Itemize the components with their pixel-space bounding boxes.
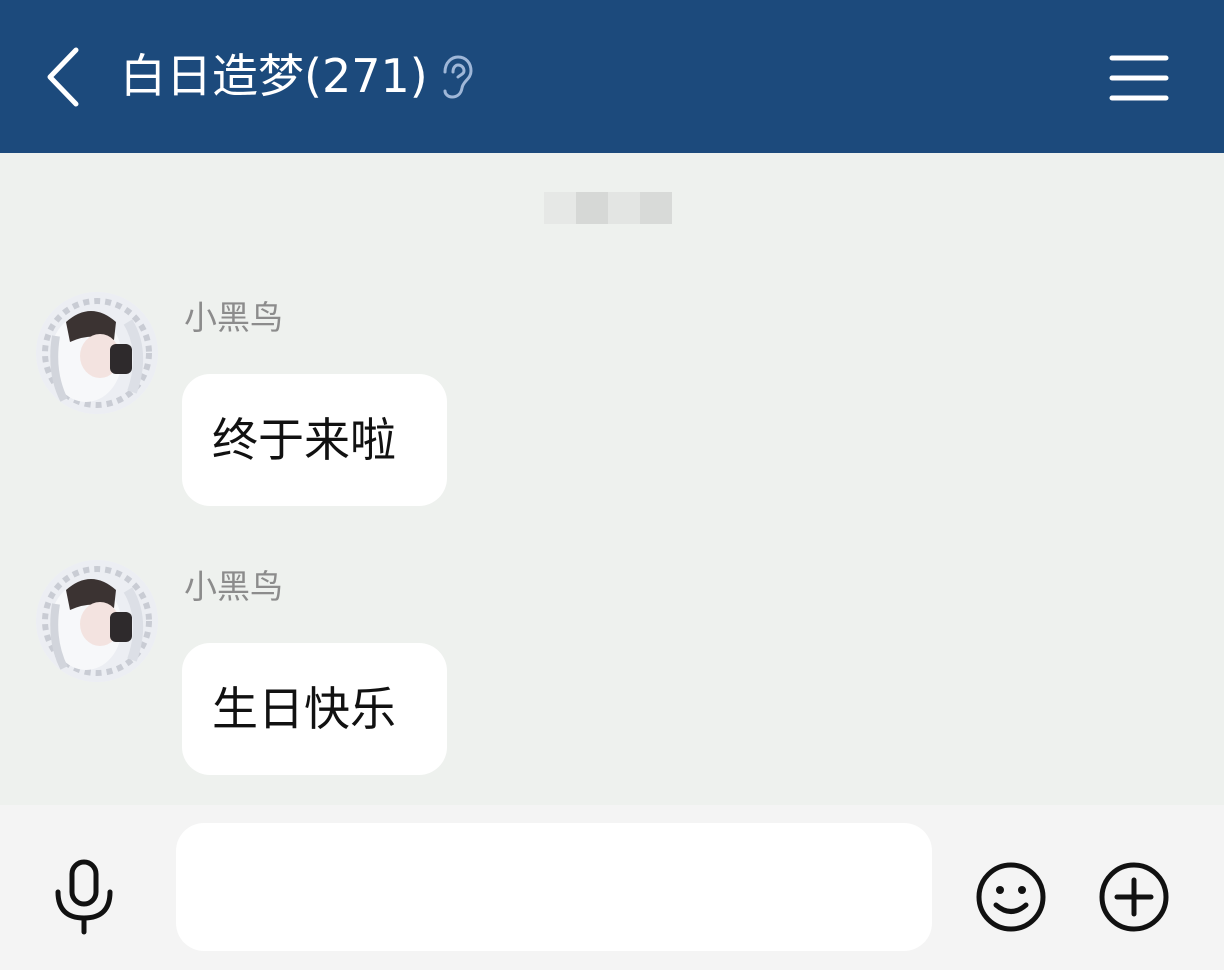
sender-name: 小黑鸟 xyxy=(184,298,283,337)
chat-header: 白日造梦(271) xyxy=(0,0,1224,153)
voice-input-button[interactable] xyxy=(50,858,118,936)
message-text: 生日快乐 xyxy=(212,682,396,736)
listen-mode-button[interactable] xyxy=(436,54,476,100)
message-bubble[interactable]: 生日快乐 xyxy=(182,643,447,775)
avatar[interactable] xyxy=(36,292,158,414)
message-text: 终于来啦 xyxy=(212,413,396,467)
message-bubble[interactable]: 终于来啦 xyxy=(182,374,447,506)
microphone-icon xyxy=(55,859,113,935)
avatar-image xyxy=(36,292,158,414)
avatar[interactable] xyxy=(36,560,158,682)
back-button[interactable] xyxy=(40,42,92,112)
chat-title: 白日造梦(271) xyxy=(120,49,428,103)
plus-circle-icon xyxy=(1099,862,1169,932)
ear-icon xyxy=(443,55,473,99)
hamburger-menu-icon xyxy=(1109,55,1169,101)
chevron-left-icon xyxy=(47,47,79,107)
avatar-image xyxy=(36,560,158,682)
emoji-button[interactable] xyxy=(974,860,1048,934)
message-timestamp xyxy=(544,192,672,224)
menu-button[interactable] xyxy=(1106,50,1172,106)
sender-name: 小黑鸟 xyxy=(184,567,283,606)
more-options-button[interactable] xyxy=(1097,860,1171,934)
smiley-face-icon xyxy=(976,862,1046,932)
message-input[interactable] xyxy=(176,823,932,951)
